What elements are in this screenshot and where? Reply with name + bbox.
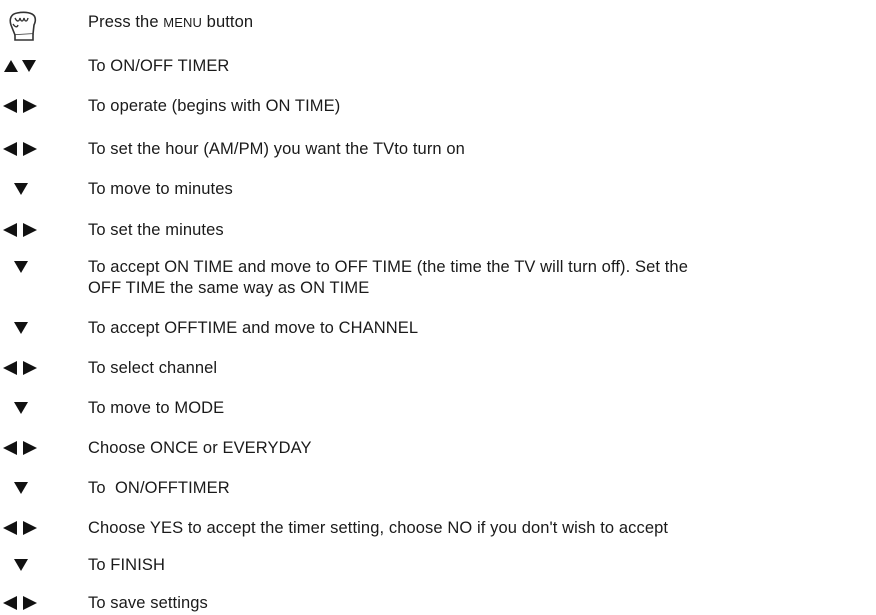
down-arrow-icon (14, 482, 28, 494)
down-arrow-icon (14, 402, 28, 414)
step-text: To set the hour (AM/PM) you want the TVt… (88, 140, 465, 158)
step-text-line: To accept ON TIME and move to OFF TIME (… (88, 258, 688, 276)
step-text: To accept OFFTIME and move to CHANNEL (88, 319, 419, 337)
step-text: button (201, 13, 254, 31)
step-text: To select channel (88, 359, 218, 377)
left-right-arrows-icon (3, 441, 37, 455)
down-arrow-icon (14, 261, 28, 273)
step-text: To FINISH (88, 556, 165, 574)
step-text: To move to MODE (88, 399, 225, 417)
step-text-line: OFF TIME the same way as ON TIME (88, 279, 370, 297)
step-text: Press the (88, 13, 164, 31)
step-text: To set the minutes (88, 221, 224, 239)
menu-button-label: Menu (163, 15, 202, 30)
hand-press-icon (9, 11, 37, 41)
down-arrow-icon (14, 183, 28, 195)
left-right-arrows-icon (3, 99, 37, 113)
step-text: To save settings (88, 594, 208, 612)
step-text: Choose YES to accept the timer setting, … (88, 519, 669, 537)
step-text: To operate (begins with ON TIME) (88, 97, 341, 115)
step-text: Choose ONCE or EVERYDAY (88, 439, 312, 457)
step-text: To ON/OFFTIMER (88, 479, 230, 497)
left-right-arrows-icon (3, 223, 37, 237)
left-right-arrows-icon (3, 142, 37, 156)
step-text: To move to minutes (88, 180, 233, 198)
up-down-arrows-icon (4, 60, 36, 72)
step-text: To ON/OFF TIMER (88, 57, 230, 75)
down-arrow-icon (14, 322, 28, 334)
left-right-arrows-icon (3, 521, 37, 535)
down-arrow-icon (14, 559, 28, 571)
left-right-arrows-icon (3, 596, 37, 610)
left-right-arrows-icon (3, 361, 37, 375)
